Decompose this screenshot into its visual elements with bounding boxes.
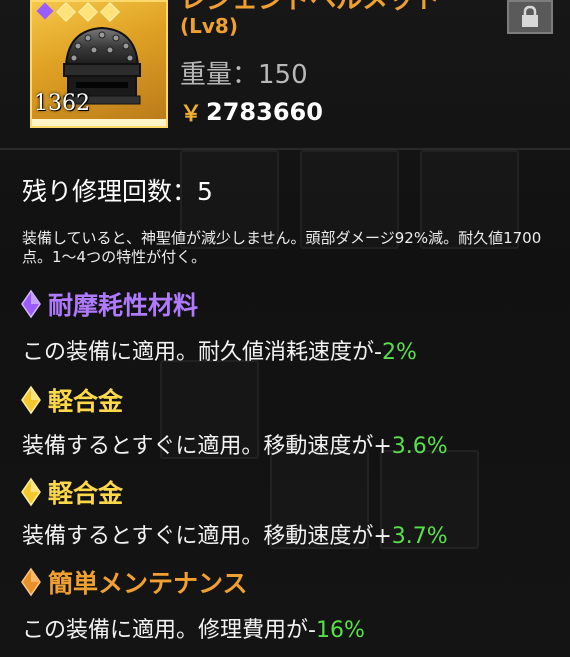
lock-button[interactable] (507, 0, 553, 34)
trait-title: 軽合金 (20, 474, 123, 510)
lock-icon (522, 5, 538, 27)
item-durability-bar (32, 119, 166, 126)
item-description: 装備していると、神聖値が減少しません。頭部ダメージ92%減。耐久値1700点。1… (22, 229, 542, 266)
trait-title: 軽合金 (20, 382, 123, 418)
yellow-gem-icon (56, 2, 76, 22)
purple-gem-icon (21, 289, 41, 319)
trait-description: 装備するとすぐに適用。移動速度が+3.6% (22, 428, 448, 460)
repair-count: 残り修理回数：5 (22, 172, 213, 208)
yellow-gem-icon (100, 2, 120, 22)
repair-value: 5 (197, 177, 213, 206)
item-tooltip-panel: 1362 レジェンドヘルメット (Lv8) 重量：150 ￥ 2783660 残… (0, 0, 570, 657)
weight-value: 150 (258, 60, 308, 90)
price-value: 2783660 (206, 98, 323, 126)
trait-value: 3.7% (391, 524, 448, 549)
trait-text: この装備に適用。耐久値消耗速度が (22, 340, 375, 365)
item-level: (Lv8) (180, 14, 238, 38)
yellow-gem-icon (78, 2, 98, 22)
repair-label: 残り修理回数： (22, 177, 198, 206)
weight-label: 重量： (180, 60, 259, 90)
trait-text: 装備するとすぐに適用。移動速度が (22, 524, 374, 549)
trait-value: 2% (381, 340, 417, 365)
item-count: 1362 (34, 91, 90, 116)
trait-description: この装備に適用。耐久値消耗速度が-2% (22, 334, 417, 366)
trait-description: 装備するとすぐに適用。移動速度が+3.7% (22, 518, 448, 550)
trait-name: 軽合金 (48, 479, 124, 508)
trait-text: 装備するとすぐに適用。移動速度が (22, 434, 374, 459)
trait-description: この装備に適用。修理費用が-16% (22, 612, 365, 644)
orange-gem-icon (21, 567, 41, 597)
trait-name: 簡単メンテナンス (48, 569, 248, 598)
trait-sign: - (308, 618, 316, 643)
rarity-gems (36, 2, 120, 22)
divider (0, 148, 570, 150)
trait-value: 16% (315, 618, 365, 643)
trait-sign: - (374, 340, 382, 365)
trait-sign: + (373, 434, 392, 459)
item-price: ￥ 2783660 (180, 96, 323, 128)
trait-sign: + (373, 524, 392, 549)
trait-text: この装備に適用。修理費用が (22, 618, 309, 643)
trait-name: 軽合金 (48, 387, 124, 416)
trait-title: 耐摩耗性材料 (20, 286, 198, 322)
yellow-gem-icon (21, 385, 41, 415)
trait-name: 耐摩耗性材料 (48, 291, 199, 320)
purple-gem-icon (36, 2, 54, 20)
yellow-gem-icon (21, 477, 41, 507)
item-weight: 重量：150 (180, 54, 308, 91)
trait-value: 3.6% (391, 434, 448, 459)
yen-icon: ￥ (180, 102, 203, 127)
item-icon-frame[interactable]: 1362 (30, 0, 168, 128)
trait-title: 簡単メンテナンス (20, 564, 248, 600)
